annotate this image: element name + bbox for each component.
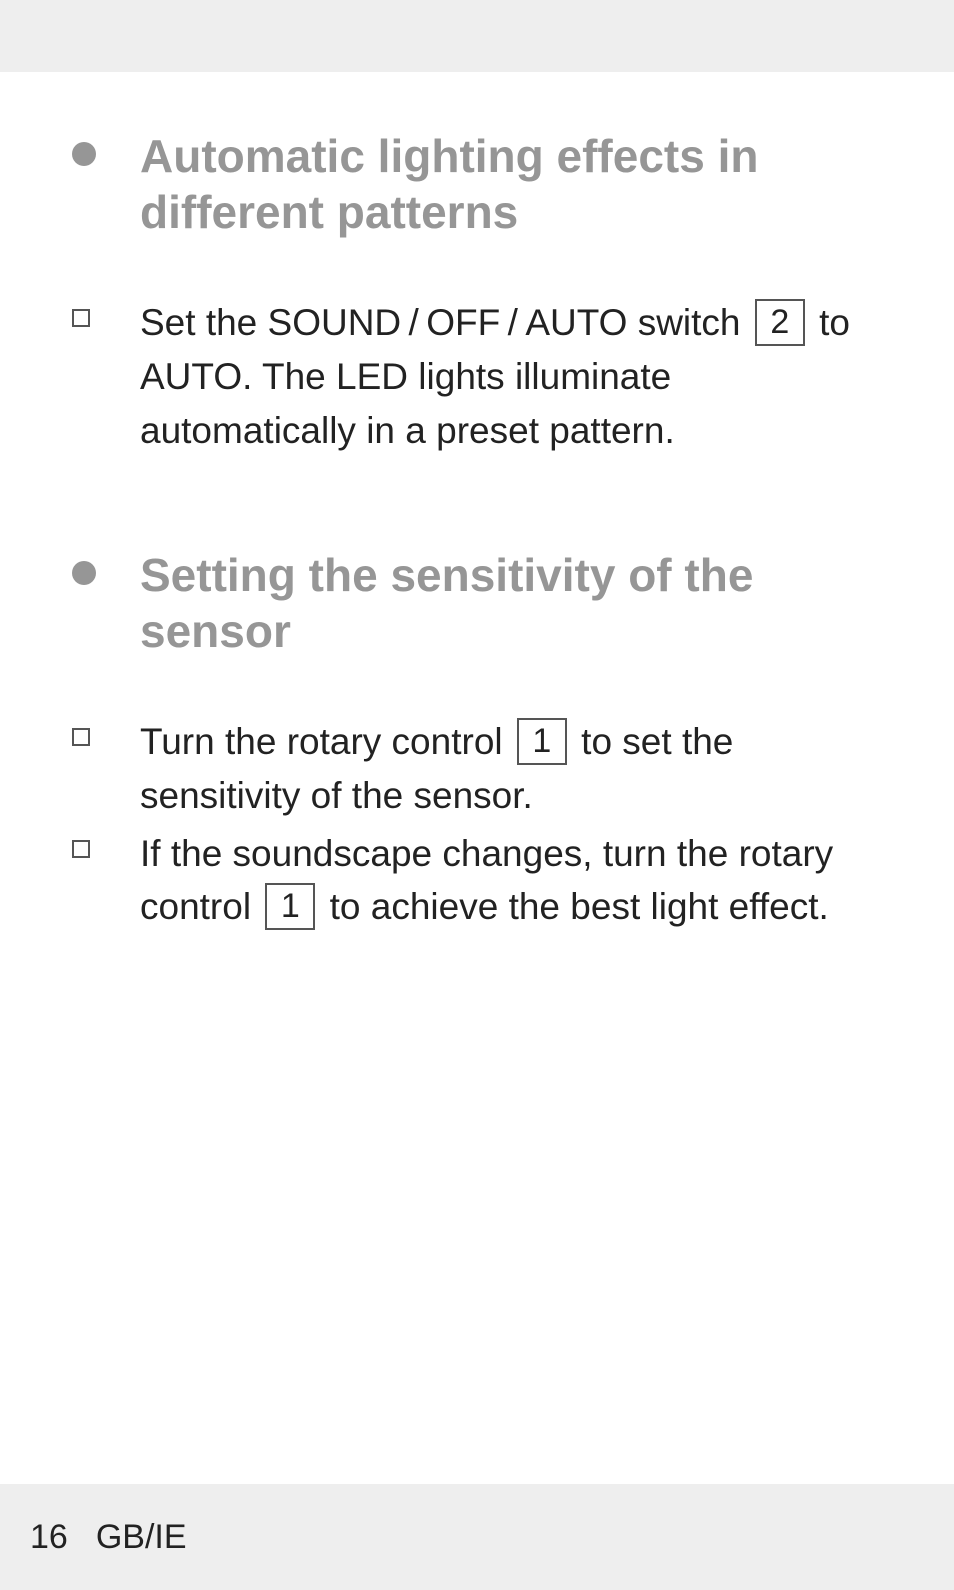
circle-bullet-icon [72, 142, 96, 166]
section-bullet-col [70, 128, 140, 166]
item-text-post: to achieve the best light effect. [319, 886, 828, 927]
keycap-icon: 1 [265, 883, 315, 930]
section-auto-lighting: Automatic lighting effects in different … [70, 128, 884, 457]
checkbox-col [70, 296, 140, 327]
list-item: Set the SOUND / OFF / AUTO switch 2 to A… [70, 296, 884, 457]
item-text: Turn the rotary control 1 to set the sen… [140, 715, 884, 822]
section-bullet-col [70, 547, 140, 585]
checkbox-col [70, 715, 140, 746]
section-heading-row: Setting the sensitivity of the sensor [70, 547, 884, 659]
manual-page: Automatic lighting effects in different … [0, 72, 954, 1590]
item-text: If the soundscape changes, turn the rota… [140, 827, 884, 934]
checkbox-icon [72, 309, 90, 327]
section-items: Turn the rotary control 1 to set the sen… [70, 715, 884, 934]
checkbox-icon [72, 728, 90, 746]
section-heading: Setting the sensitivity of the sensor [140, 547, 884, 659]
section-heading: Automatic lighting effects in different … [140, 128, 884, 240]
keycap-icon: 2 [755, 299, 805, 346]
section-sensitivity: Setting the sensitivity of the sensor Tu… [70, 547, 884, 934]
page-number: 16 [30, 1518, 68, 1557]
list-item: Turn the rotary control 1 to set the sen… [70, 715, 884, 822]
checkbox-icon [72, 840, 90, 858]
page-content: Automatic lighting effects in different … [0, 72, 954, 934]
item-text-pre: Set the SOUND / OFF / AUTO switch [140, 302, 751, 343]
item-text: Set the SOUND / OFF / AUTO switch 2 to A… [140, 296, 884, 457]
item-text-pre: Turn the rotary control [140, 721, 513, 762]
section-items: Set the SOUND / OFF / AUTO switch 2 to A… [70, 296, 884, 457]
locale-label: GB/IE [96, 1518, 187, 1557]
keycap-icon: 1 [517, 718, 567, 765]
section-heading-row: Automatic lighting effects in different … [70, 128, 884, 240]
circle-bullet-icon [72, 561, 96, 585]
list-item: If the soundscape changes, turn the rota… [70, 827, 884, 934]
page-footer: 16 GB/IE [0, 1484, 954, 1590]
checkbox-col [70, 827, 140, 858]
